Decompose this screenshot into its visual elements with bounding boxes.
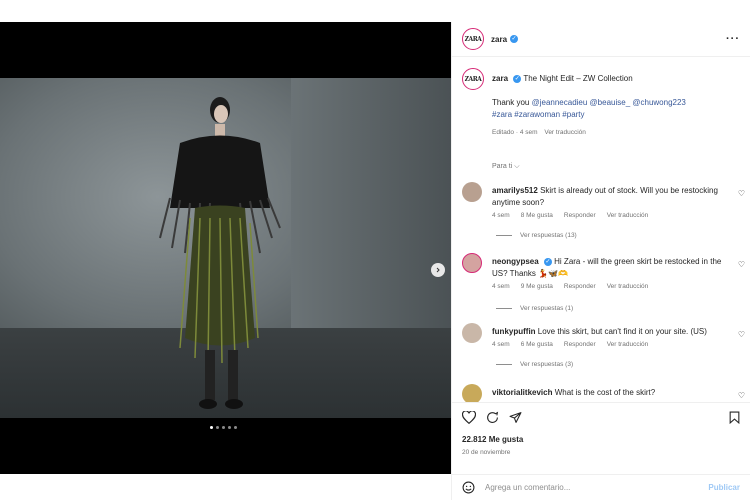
caption-meta: Editado · 4 sem Ver traducción: [492, 129, 586, 136]
reply-button[interactable]: Responder: [564, 341, 596, 348]
mention-link[interactable]: @beauise_: [590, 98, 631, 107]
heart-icon[interactable]: ♡: [738, 330, 745, 339]
commenter-avatar[interactable]: [462, 253, 482, 273]
caption-body: Thank you @jeannecadieu @beauise_ @chuwo…: [492, 97, 732, 121]
view-replies-label: Ver respuestas (1): [520, 305, 574, 312]
comment-text: neongypsea ✓ Hi Zara - will the green sk…: [492, 256, 726, 280]
caption-title: The Night Edit – ZW Collection: [523, 74, 633, 83]
emoji-icon[interactable]: [462, 481, 475, 494]
share-icon[interactable]: [509, 411, 522, 424]
caption-edited-time: Editado · 4 sem: [492, 129, 538, 136]
comment-text: amarilys512 Skirt is already out of stoc…: [492, 185, 726, 209]
chevron-right-icon: [436, 267, 440, 273]
post-side-panel: ZARA zara ✓ ··· ZARA zara ✓ The Night Ed…: [451, 22, 750, 474]
comment-body: Love this skirt, but can't find it on yo…: [537, 327, 707, 336]
carousel-dot: [210, 426, 213, 429]
commenter-avatar[interactable]: [462, 323, 482, 343]
likes-count[interactable]: 22.812 Me gusta: [462, 435, 523, 444]
see-translation-link[interactable]: Ver traducción: [607, 283, 649, 290]
caption-thanks: Thank you: [492, 98, 530, 107]
mention-link[interactable]: @chuwong223: [632, 98, 686, 107]
comments-scroll-area[interactable]: ZARA zara ✓ The Night Edit – ZW Collecti…: [452, 58, 750, 402]
view-replies[interactable]: Ver respuestas (3): [496, 361, 573, 368]
heart-icon[interactable]: ♡: [738, 260, 745, 269]
for-you-filter[interactable]: Para ti ⌵: [492, 163, 520, 171]
hashtag-link[interactable]: #party: [562, 110, 584, 119]
commenter-username[interactable]: viktorialitkevich: [492, 388, 552, 397]
carousel-dot: [222, 426, 225, 429]
profile-avatar[interactable]: ZARA: [462, 28, 484, 50]
post-date: 20 de noviembre: [462, 449, 511, 456]
heart-icon[interactable]: ♡: [738, 189, 745, 198]
comment-likes[interactable]: 8 Me gusta: [521, 212, 553, 219]
comment-text: funkypuffin Love this skirt, but can't f…: [492, 326, 726, 338]
view-replies-label: Ver respuestas (13): [520, 232, 577, 239]
like-heart-icon[interactable]: [462, 411, 476, 424]
brand-logo-text: ZARA: [464, 75, 482, 83]
see-translation-link[interactable]: Ver traducción: [607, 212, 649, 219]
verified-badge-icon: ✓: [513, 74, 522, 83]
comment-input[interactable]: [485, 483, 685, 492]
comment-meta: 4 sem 8 Me gusta Responder Ver traducció…: [492, 212, 648, 219]
reply-button[interactable]: Responder: [564, 283, 596, 290]
more-options-icon[interactable]: ···: [726, 33, 740, 45]
carousel-dot: [216, 426, 219, 429]
brand-logo-text: ZARA: [464, 35, 482, 43]
comment-meta: 4 sem 6 Me gusta Responder Ver traducció…: [492, 341, 648, 348]
carousel-next-button[interactable]: [431, 263, 445, 277]
view-replies-label: Ver respuestas (3): [520, 361, 574, 368]
comment-body: What is the cost of the skirt?: [554, 388, 656, 397]
heart-icon[interactable]: ♡: [738, 391, 745, 400]
post-photo[interactable]: [0, 78, 451, 418]
action-icons: [462, 411, 522, 424]
commenter-username[interactable]: neongypsea: [492, 257, 539, 266]
comment-text: viktorialitkevich What is the cost of th…: [492, 387, 726, 399]
verified-badge-icon: ✓: [543, 257, 552, 266]
mention-link[interactable]: @jeannecadieu: [532, 98, 588, 107]
replies-divider: [496, 308, 512, 309]
see-translation-link[interactable]: Ver traducción: [607, 341, 649, 348]
replies-divider: [496, 364, 512, 365]
post-media: [0, 22, 451, 474]
caption-avatar[interactable]: ZARA: [462, 68, 484, 90]
reply-button[interactable]: Responder: [564, 212, 596, 219]
for-you-label: Para ti: [492, 163, 513, 170]
instagram-post-view: ZARA zara ✓ ··· ZARA zara ✓ The Night Ed…: [0, 0, 750, 500]
post-actions: 22.812 Me gusta 20 de noviembre: [452, 402, 750, 474]
carousel-dot: [234, 426, 237, 429]
comment-time: 4 sem: [492, 341, 510, 348]
comment-likes[interactable]: 6 Me gusta: [521, 341, 553, 348]
see-translation-link[interactable]: Ver traducción: [544, 129, 586, 136]
post-header: ZARA zara ✓ ···: [452, 22, 750, 57]
publish-button[interactable]: Publicar: [708, 483, 740, 492]
view-replies[interactable]: Ver respuestas (13): [496, 232, 577, 239]
verified-badge-icon: ✓: [510, 35, 519, 43]
hashtag-link[interactable]: #zarawoman: [514, 110, 560, 119]
commenter-username[interactable]: amarilys512: [492, 186, 538, 195]
commenter-avatar[interactable]: [462, 182, 482, 202]
comment-icon[interactable]: [486, 411, 499, 424]
caption-username[interactable]: zara: [492, 74, 508, 83]
model-figure: [159, 97, 281, 409]
carousel-dot: [228, 426, 231, 429]
username-link[interactable]: zara: [491, 35, 507, 44]
commenter-avatar[interactable]: [462, 384, 482, 402]
chevron-down-icon: ⌵: [514, 163, 520, 170]
commenter-username[interactable]: funkypuffin: [492, 327, 536, 336]
replies-divider: [496, 235, 512, 236]
carousel-indicator: [210, 426, 237, 429]
view-replies[interactable]: Ver respuestas (1): [496, 305, 573, 312]
hashtag-link[interactable]: #zara: [492, 110, 512, 119]
comment-likes[interactable]: 9 Me gusta: [521, 283, 553, 290]
bookmark-icon[interactable]: [729, 411, 740, 424]
comment-meta: 4 sem 9 Me gusta Responder Ver traducció…: [492, 283, 648, 290]
caption-title-line: zara ✓ The Night Edit – ZW Collection: [492, 74, 633, 83]
comment-composer: Publicar: [451, 474, 750, 500]
comment-time: 4 sem: [492, 283, 510, 290]
comment-time: 4 sem: [492, 212, 510, 219]
